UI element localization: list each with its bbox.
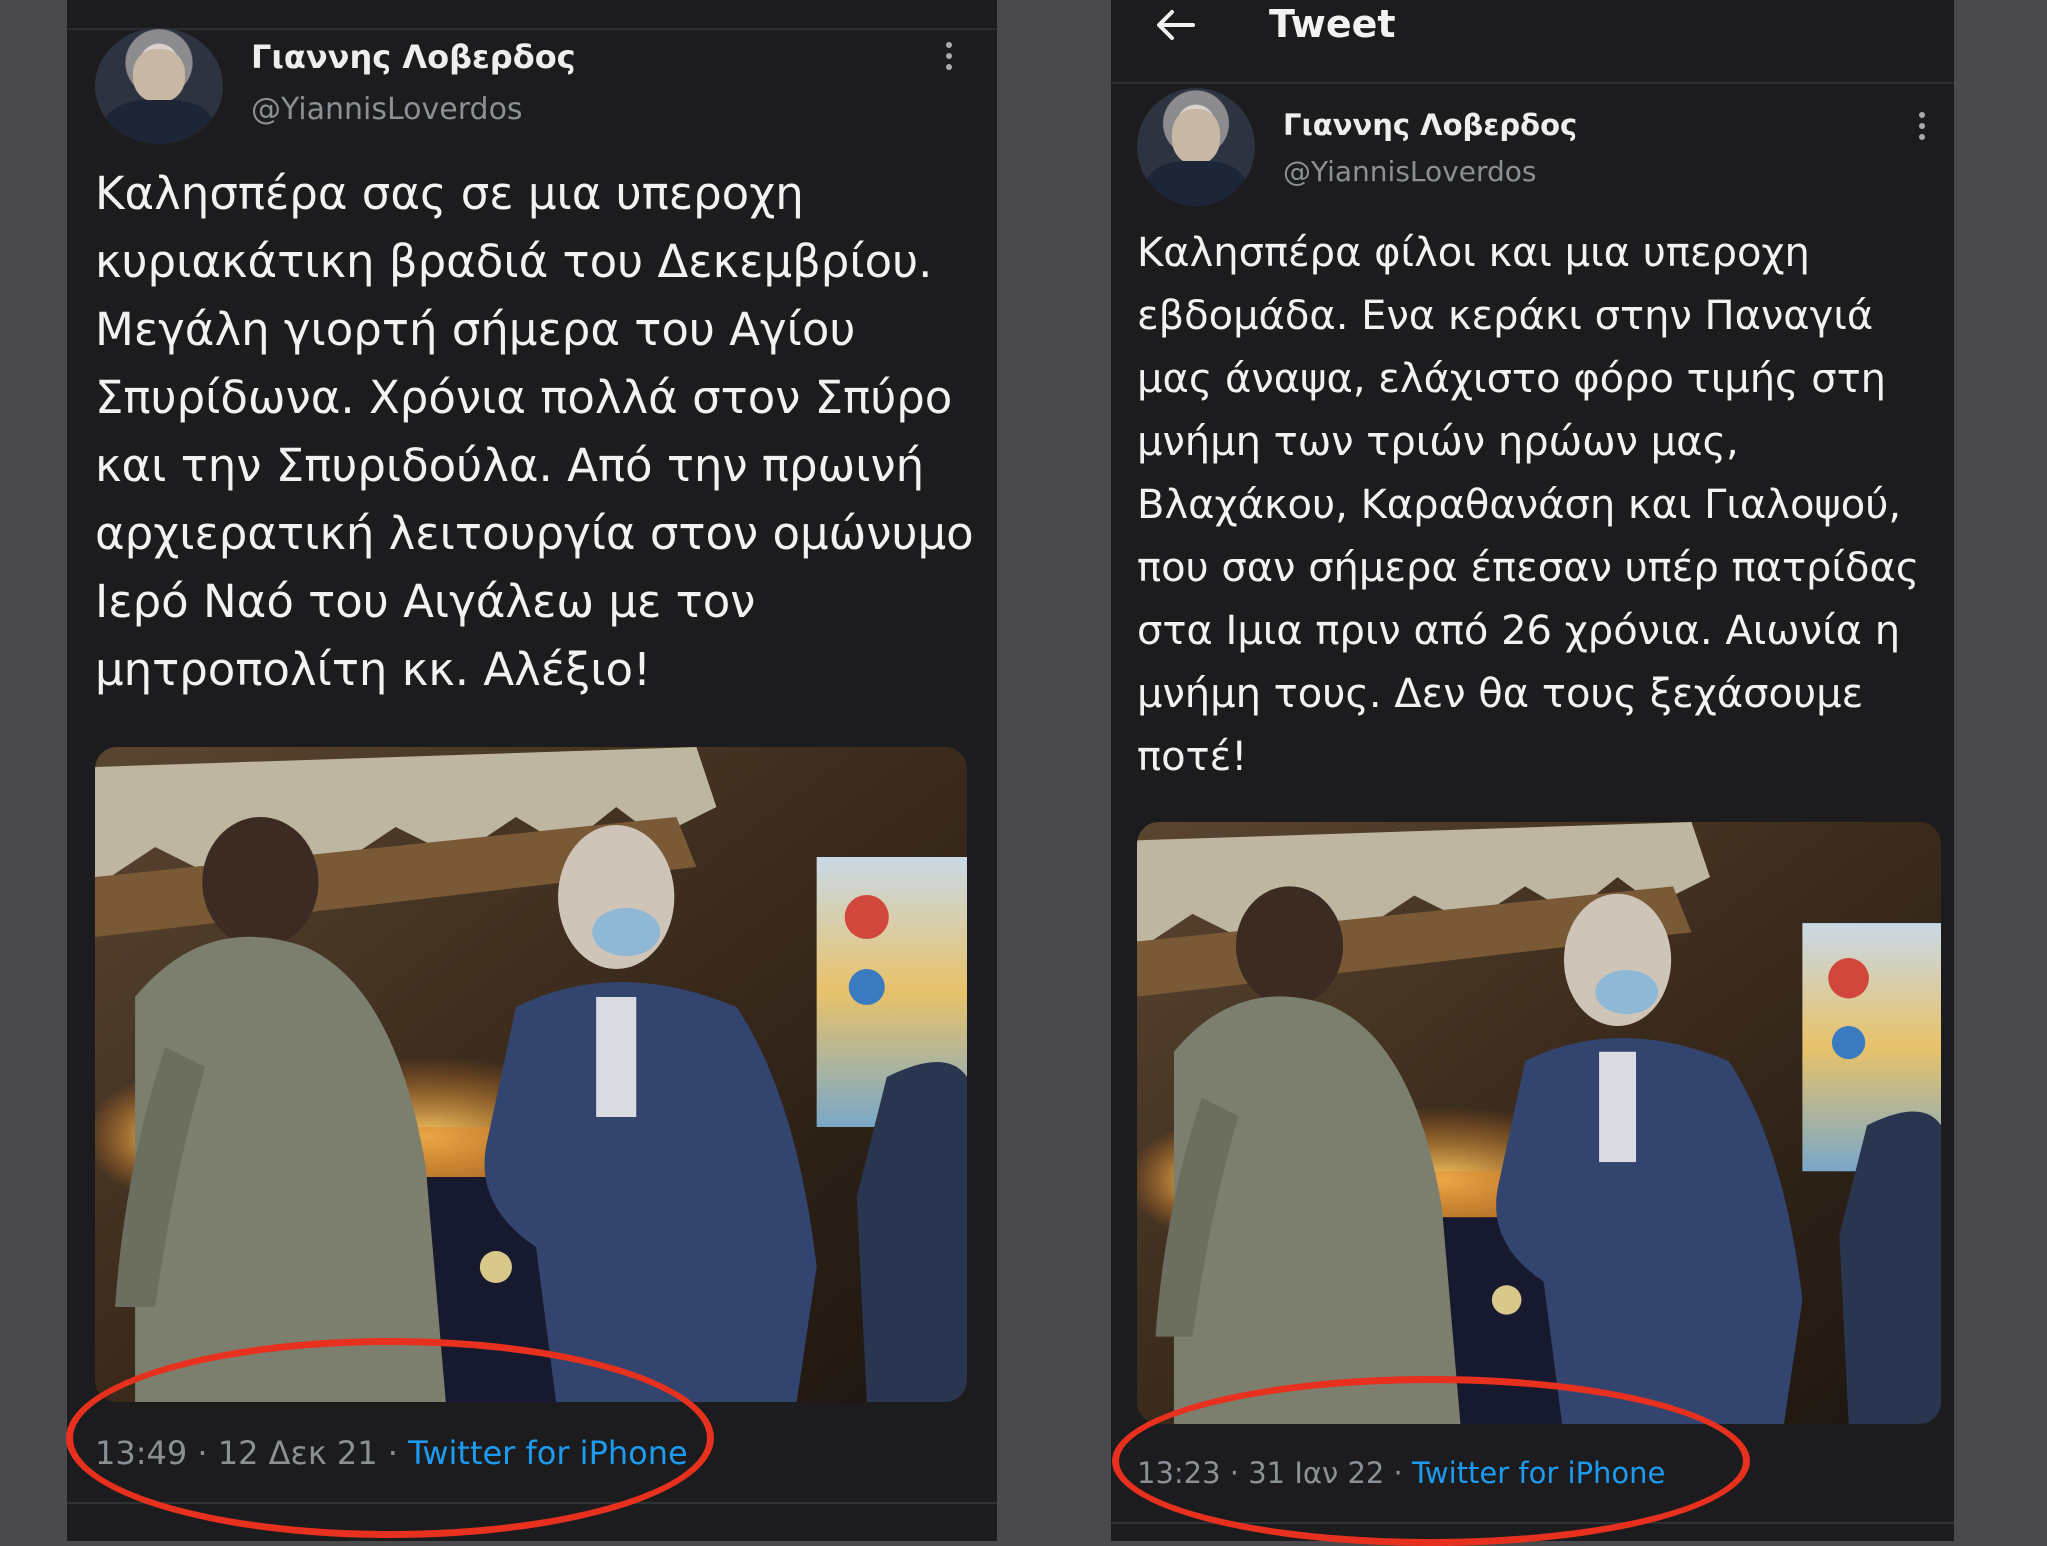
user-handle[interactable]: @YiannisLoverdos xyxy=(1283,155,1536,188)
display-name[interactable]: Γιαννης Λοβερδος xyxy=(1283,108,1577,142)
avatar[interactable] xyxy=(95,28,223,144)
tweet-divider xyxy=(67,1502,997,1504)
tweet-source-link[interactable]: Twitter for iPhone xyxy=(1412,1456,1665,1490)
meta-separator: · xyxy=(1384,1456,1412,1490)
vertical-ellipsis-icon[interactable] xyxy=(1919,112,1925,145)
display-name[interactable]: Γιαννης Λοβερδος xyxy=(251,38,576,76)
arrow-left-icon[interactable] xyxy=(1155,8,1195,42)
left-tweet-panel: Γιαννης Λοβερδος @YiannisLoverdos Καλησπ… xyxy=(67,0,997,1541)
tweet-date[interactable]: 12 Δεκ 21 xyxy=(218,1434,378,1472)
header-divider xyxy=(1111,82,1954,84)
header-title: Tweet xyxy=(1269,2,1396,46)
tweet-text: Καλησπέρα φίλοι και μια υπεροχη εβδομάδα… xyxy=(1137,230,1920,780)
tweet-meta: 13:23 · 31 Ιαν 22 · Twitter for iPhone xyxy=(1137,1456,1665,1490)
tweet-meta: 13:49 · 12 Δεκ 21 · Twitter for iPhone xyxy=(95,1434,688,1472)
tweet-date[interactable]: 31 Ιαν 22 xyxy=(1248,1456,1384,1490)
tweet-photo[interactable] xyxy=(95,747,967,1402)
vertical-ellipsis-icon[interactable] xyxy=(946,42,952,75)
top-divider xyxy=(67,28,997,30)
tweet-source-link[interactable]: Twitter for iPhone xyxy=(408,1434,688,1472)
meta-separator: · xyxy=(187,1434,218,1472)
meta-separator: · xyxy=(1220,1456,1249,1490)
avatar[interactable] xyxy=(1137,88,1255,206)
tweet-time: 13:49 xyxy=(95,1434,188,1472)
meta-separator: · xyxy=(377,1434,409,1472)
tweet-divider xyxy=(1111,1522,1954,1524)
tweet-photo[interactable] xyxy=(1137,822,1941,1424)
tweet-time: 13:23 xyxy=(1137,1456,1221,1490)
tweet-text: Καλησπέρα σας σε μια υπεροχη κυριακάτικη… xyxy=(95,167,974,696)
user-handle[interactable]: @YiannisLoverdos xyxy=(251,92,523,127)
right-tweet-panel: Tweet Γιαννης Λοβερδος @YiannisLoverdos … xyxy=(1111,0,1954,1541)
